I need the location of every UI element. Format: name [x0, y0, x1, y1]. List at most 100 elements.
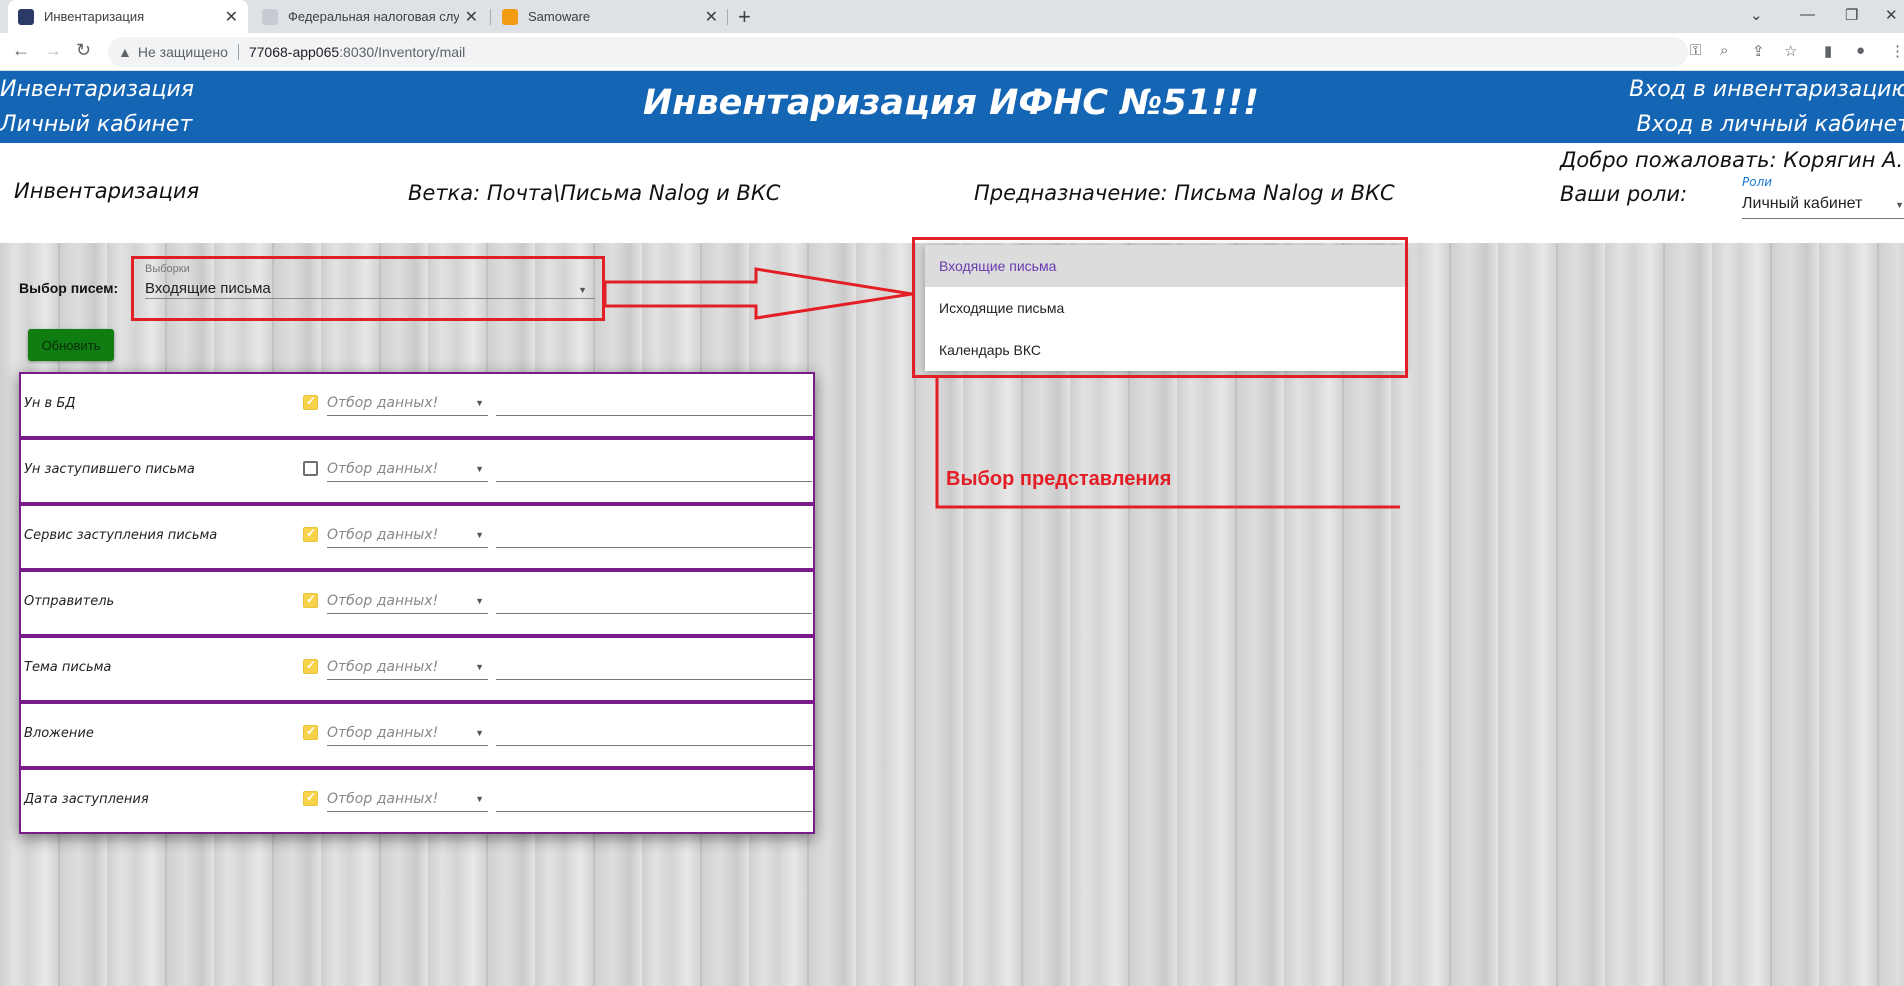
filter-mode-select[interactable]: Отбор данных! ▼	[327, 524, 488, 548]
nav-link-cabinet[interactable]: Личный кабинет	[0, 112, 192, 137]
filter-row: Дата заступления Отбор данных! ▼	[19, 768, 815, 834]
close-tab-icon[interactable]: ✕	[225, 7, 238, 27]
samoware-favicon-icon	[502, 8, 518, 25]
annotation-caption: Выбор представления	[946, 468, 1172, 490]
refresh-button[interactable]: Обновить	[28, 329, 114, 361]
filter-mode-select[interactable]: Отбор данных! ▼	[327, 788, 488, 812]
profile-icon[interactable]: ●	[1856, 42, 1865, 59]
annotation-select-highlight	[131, 256, 605, 321]
filter-row: Вложение Отбор данных! ▼	[19, 702, 815, 768]
filter-field-name: Ун в БД	[24, 396, 76, 411]
filter-checkbox[interactable]	[303, 394, 318, 410]
filter-mode-select[interactable]: Отбор данных! ▼	[327, 458, 488, 482]
filter-row: Отправитель Отбор данных! ▼	[19, 570, 815, 636]
filter-placeholder: Отбор данных!	[327, 791, 439, 807]
tab-label: Samoware	[528, 9, 591, 24]
filter-mode-select[interactable]: Отбор данных! ▼	[327, 722, 488, 746]
chevron-down-icon: ▼	[1895, 200, 1904, 210]
browser-tab-bar: Инвентаризация ✕ Федеральная налоговая с…	[0, 0, 1904, 33]
filter-placeholder: Отбор данных!	[327, 461, 439, 477]
filter-checkbox[interactable]	[303, 461, 318, 476]
purpose-label: Предназначение: Письма Nalog и ВКС	[974, 181, 1395, 205]
nav-link-inventory[interactable]: Инвентаризация	[0, 77, 194, 102]
chevron-down-icon: ▼	[475, 530, 484, 540]
tab-search-icon[interactable]: ⌄	[1750, 6, 1763, 24]
browser-tab-nalog[interactable]: Федеральная налоговая служба ✕	[252, 0, 488, 33]
tab-label: Федеральная налоговая служба	[288, 9, 459, 24]
zoom-icon[interactable]: ⌕	[1720, 42, 1728, 59]
warning-icon: ▲	[118, 44, 132, 60]
filter-value-input[interactable]	[496, 788, 812, 812]
site-banner: Инвентаризация Личный кабинет Инвентариз…	[0, 71, 1904, 143]
filter-value-input[interactable]	[496, 524, 812, 548]
share-icon[interactable]: ⇪	[1752, 42, 1765, 60]
branch-label: Ветка: Почта\Письма Nalog и ВКС	[408, 181, 781, 205]
nalog-favicon-icon	[262, 8, 278, 25]
filter-value-input[interactable]	[496, 656, 812, 680]
url-text: 77068-app065:8030/Inventory/mail	[249, 44, 465, 60]
site-favicon-icon	[18, 8, 34, 25]
filter-field-name: Вложение	[24, 726, 94, 741]
annotation-dropdown-highlight	[912, 237, 1408, 378]
filter-row: Сервис заступления письма Отбор данных! ▼	[19, 504, 815, 570]
back-icon[interactable]: ←	[12, 40, 30, 61]
key-icon[interactable]: ⚿	[1690, 42, 1701, 59]
login-inventory-link[interactable]: Вход в инвентаризацию	[1629, 77, 1904, 102]
restore-icon[interactable]: ❐	[1845, 6, 1858, 24]
browser-tab-samoware[interactable]: Samoware ✕	[492, 0, 728, 33]
filter-placeholder: Отбор данных!	[327, 593, 439, 609]
filter-placeholder: Отбор данных!	[327, 725, 439, 741]
filter-value-input[interactable]	[496, 458, 812, 482]
url-path: :8030/Inventory/mail	[339, 44, 466, 60]
site-title: Инвентаризация ИФНС №51!!!	[643, 83, 1259, 123]
filter-value-input[interactable]	[496, 590, 812, 614]
section-title: Инвентаризация	[14, 179, 200, 203]
side-panel-icon[interactable]: ▮	[1824, 42, 1832, 60]
roles-float-label: Роли	[1742, 175, 1773, 189]
filter-mode-select[interactable]: Отбор данных! ▼	[327, 590, 488, 614]
chevron-down-icon: ▼	[475, 398, 484, 408]
close-tab-icon[interactable]: ✕	[705, 7, 718, 27]
menu-icon[interactable]: ⋮	[1890, 42, 1904, 60]
chevron-down-icon: ▼	[475, 728, 484, 738]
forward-icon[interactable]: →	[44, 40, 62, 61]
page-info-bar: Инвентаризация Ветка: Почта\Письма Nalog…	[0, 143, 1904, 243]
filter-checkbox[interactable]	[303, 724, 318, 740]
roles-value: Личный кабинет	[1742, 195, 1863, 212]
new-tab-button[interactable]: +	[738, 4, 751, 30]
tab-label: Инвентаризация	[44, 9, 145, 24]
browser-tab-inventory[interactable]: Инвентаризация ✕	[8, 0, 248, 33]
filter-mode-select[interactable]: Отбор данных! ▼	[327, 392, 488, 416]
close-tab-icon[interactable]: ✕	[465, 7, 478, 27]
filter-field-name: Отправитель	[24, 594, 115, 609]
chevron-down-icon: ▼	[475, 464, 484, 474]
filter-placeholder: Отбор данных!	[327, 659, 439, 675]
filter-checkbox[interactable]	[303, 592, 318, 608]
roles-prefix: Ваши роли:	[1560, 182, 1688, 206]
bookmark-star-icon[interactable]: ☆	[1784, 42, 1797, 60]
url-host: 77068-app065	[248, 44, 340, 60]
filter-row: Ун заступившего письма Отбор данных! ▼	[19, 438, 815, 504]
minimize-icon[interactable]: —	[1800, 6, 1815, 23]
filter-panel: Ун в БД Отбор данных! ▼ Ун заступившего п…	[19, 372, 815, 834]
letters-pick-label: Выбор писем:	[19, 280, 119, 296]
reload-icon[interactable]: ↻	[76, 40, 91, 61]
welcome-text: Добро пожаловать: Корягин А.С.	[1560, 148, 1904, 172]
filter-mode-select[interactable]: Отбор данных! ▼	[327, 656, 488, 680]
roles-select[interactable]: Личный кабинет ▼	[1742, 195, 1904, 219]
address-bar: ← → ↻ ▲ Не защищено 77068-app065:8030/In…	[0, 33, 1904, 71]
filter-field-name: Сервис заступления письма	[24, 528, 218, 543]
login-cabinet-link[interactable]: Вход в личный кабинет	[1636, 112, 1904, 137]
filter-row: Ун в БД Отбор данных! ▼	[19, 372, 815, 438]
filter-row: Тема письма Отбор данных! ▼	[19, 636, 815, 702]
filter-checkbox[interactable]	[303, 526, 318, 542]
filter-field-name: Дата заступления	[24, 792, 149, 807]
filter-placeholder: Отбор данных!	[327, 527, 439, 543]
filter-value-input[interactable]	[496, 392, 812, 416]
omnibox[interactable]: ▲ Не защищено 77068-app065:8030/Inventor…	[108, 37, 1688, 67]
filter-checkbox[interactable]	[303, 658, 318, 674]
tab-separator	[727, 9, 728, 25]
filter-checkbox[interactable]	[303, 790, 318, 806]
close-window-icon[interactable]: ✕	[1885, 6, 1898, 24]
filter-value-input[interactable]	[496, 722, 812, 746]
